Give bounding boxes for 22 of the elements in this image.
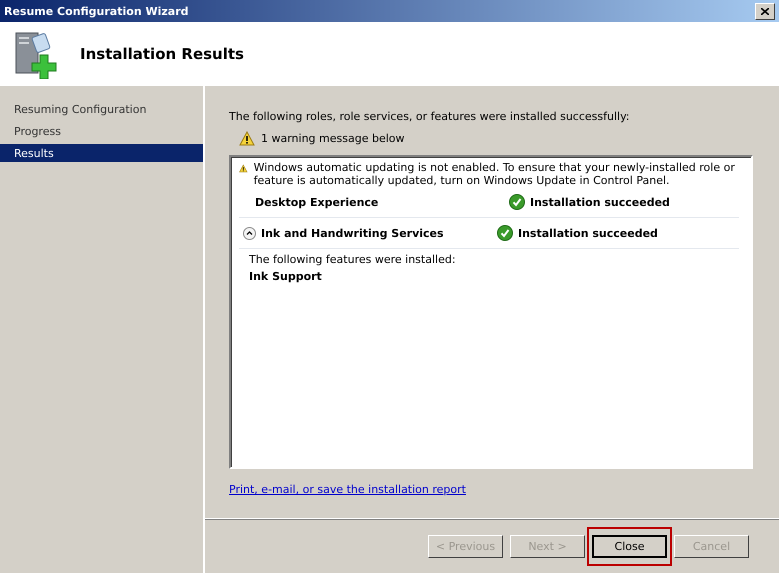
feature-name: Desktop Experience: [255, 196, 378, 208]
window-title: Resume Configuration Wizard: [4, 4, 189, 18]
feature-name: Ink and Handwriting Services: [261, 226, 444, 240]
feature-name: Ink Support: [249, 270, 323, 283]
collapse-icon[interactable]: [243, 226, 256, 240]
status-text: Installation succeeded: [530, 196, 670, 208]
report-link[interactable]: Print, e-mail, or save the installation report: [229, 483, 466, 496]
intro-text: The following roles, role services, or features were installed successfully:: [229, 110, 630, 123]
status-text: Installation succeeded: [518, 226, 658, 240]
check-icon: [509, 194, 525, 210]
sidebar-item[interactable]: Resuming Configuration: [0, 100, 203, 118]
warning-summary: 1 warning message below: [261, 132, 405, 145]
warning-icon: [239, 131, 255, 146]
warning-message: Windows automatic updating is not enabled. To ensure that your newly-installed role or feature is automatically updated, turn on Windows Update in Control Panel.: [254, 161, 736, 187]
sidebar-item[interactable]: Progress: [0, 122, 203, 140]
page-title: Installation Results: [80, 45, 244, 63]
close-window-button[interactable]: [755, 2, 775, 20]
close-icon: [761, 8, 769, 14]
check-icon: [497, 225, 513, 241]
details-text: The following features were installed:: [249, 253, 457, 266]
sidebar-item[interactable]: Results: [0, 144, 203, 162]
wizard-button[interactable]: Close: [592, 534, 667, 558]
